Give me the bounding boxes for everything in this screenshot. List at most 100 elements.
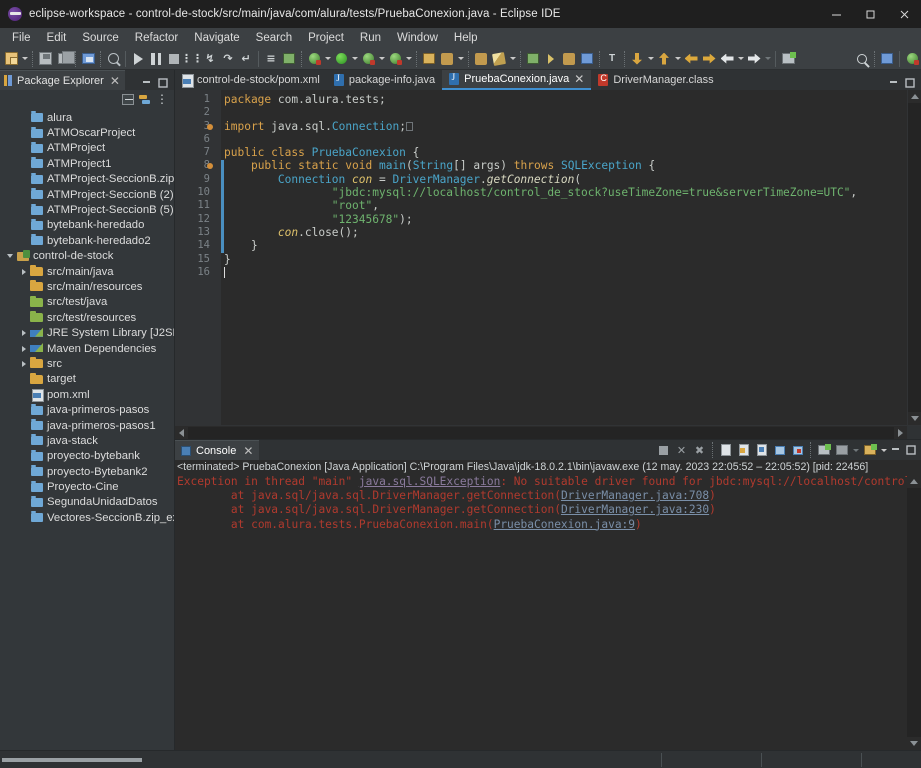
tree-item[interactable]: JRE System Library [J2SE-1.5]	[0, 325, 174, 340]
terminate-button[interactable]	[655, 442, 672, 459]
blue-doc-button[interactable]	[578, 50, 596, 68]
minimize-icon[interactable]	[889, 443, 903, 457]
chevron-right-icon[interactable]	[18, 346, 30, 352]
tree-item[interactable]: Proyecto-Cine	[0, 479, 174, 494]
menu-help[interactable]: Help	[446, 28, 486, 48]
previous-annotation-button[interactable]	[655, 50, 673, 68]
save-button[interactable]	[36, 50, 54, 68]
coverage-button[interactable]	[386, 50, 404, 68]
nav-back-button[interactable]	[718, 50, 736, 68]
ruler-button[interactable]	[542, 50, 560, 68]
chevron-right-icon[interactable]	[18, 361, 30, 367]
save-all-button[interactable]	[54, 50, 75, 68]
debug-button[interactable]	[305, 50, 323, 68]
close-icon[interactable]: ✕	[243, 445, 253, 457]
console-stacktrace-link[interactable]: java.sql.SQLException	[359, 475, 500, 488]
chevron-down-icon[interactable]	[4, 254, 16, 258]
tree-item[interactable]: ATMProject-SeccionB.zip_expanded	[0, 172, 174, 187]
toggle-mark-button[interactable]	[560, 50, 578, 68]
edit-caret[interactable]	[508, 50, 517, 68]
tree-item[interactable]: java-primeros-pasos	[0, 402, 174, 417]
tree-item[interactable]: proyecto-bytebank	[0, 449, 174, 464]
tree-item[interactable]: ATMProject	[0, 141, 174, 156]
new-button[interactable]	[2, 50, 20, 68]
remove-all-terminated-button[interactable]: ✖	[691, 442, 708, 459]
scroll-left-icon[interactable]	[175, 427, 188, 439]
perspective-button[interactable]	[524, 50, 542, 68]
tree-item[interactable]: pom.xml	[0, 387, 174, 403]
minimize-icon[interactable]	[887, 76, 901, 90]
editor-folding-column[interactable]	[213, 90, 221, 425]
collapsed-imports-placeholder[interactable]	[405, 121, 413, 131]
java-perspective-button[interactable]	[878, 50, 896, 68]
clear-console-button[interactable]	[717, 442, 734, 459]
window-maximize-button[interactable]	[853, 0, 887, 28]
resume-button[interactable]	[129, 50, 147, 68]
refresh-button[interactable]	[438, 50, 456, 68]
editor-hscroll-track[interactable]	[188, 426, 894, 439]
console-stacktrace-link[interactable]: DriverManager.java:230	[561, 503, 709, 516]
code-editor-area[interactable]: package com.alura.tests; import java.sql.…	[221, 90, 907, 425]
tree-item[interactable]: ATMProject1	[0, 156, 174, 171]
display-selected-console-caret[interactable]	[851, 441, 860, 459]
external-tools-button[interactable]	[359, 50, 377, 68]
open-type-button[interactable]	[472, 50, 490, 68]
debug-perspective-button[interactable]	[903, 50, 921, 68]
next-annotation-caret[interactable]	[646, 50, 655, 68]
tree-item[interactable]: src/test/java	[0, 295, 174, 310]
step-over-button[interactable]: ↷	[219, 50, 237, 68]
forward-button[interactable]	[700, 50, 718, 68]
edit-button[interactable]	[490, 50, 508, 68]
tree-item[interactable]: src	[0, 356, 174, 371]
tree-item[interactable]: Maven Dependencies	[0, 341, 174, 356]
tree-item[interactable]: SegundaUnidadDatos	[0, 495, 174, 510]
new-class-button[interactable]	[280, 50, 298, 68]
collapse-all-icon[interactable]	[121, 92, 135, 106]
suspend-button[interactable]	[147, 50, 165, 68]
window-close-button[interactable]	[887, 0, 921, 28]
remove-launch-button[interactable]: ✕	[673, 442, 690, 459]
view-menu-icon[interactable]: ⋮	[155, 92, 169, 106]
console-stacktrace-link[interactable]: DriverManager.java:708	[561, 489, 709, 502]
pin-console-button[interactable]	[815, 442, 832, 459]
editor-vertical-scrollbar[interactable]	[907, 90, 921, 425]
scroll-up-icon[interactable]	[907, 475, 921, 488]
nav-forward-button[interactable]	[745, 50, 763, 68]
quick-access-button[interactable]	[853, 50, 871, 68]
console-vscroll-track[interactable]	[907, 488, 921, 737]
menu-source[interactable]: Source	[74, 28, 126, 48]
menu-edit[interactable]: Edit	[39, 28, 75, 48]
skip-breakpoints-button[interactable]: ≡	[262, 50, 280, 68]
scroll-down-icon[interactable]	[907, 737, 921, 750]
editor-vscroll-track[interactable]	[907, 103, 921, 412]
tree-item[interactable]: src/main/java	[0, 264, 174, 279]
tree-item[interactable]: ATMProject-SeccionB (2)	[0, 187, 174, 202]
nav-back-caret[interactable]	[736, 50, 745, 68]
editor-tab[interactable]: control-de-stock/pom.xml	[175, 70, 327, 90]
open-console-caret[interactable]	[879, 441, 888, 459]
menu-search[interactable]: Search	[248, 28, 300, 48]
disconnect-button[interactable]: ⋮⋮	[181, 50, 203, 68]
step-return-button[interactable]: ↵	[237, 50, 255, 68]
display-selected-console-button[interactable]	[833, 442, 850, 459]
editor-tab[interactable]: DriverManager.class	[591, 70, 721, 90]
editor-tab[interactable]: PruebaConexion.java ✕	[442, 70, 592, 90]
menu-file[interactable]: File	[4, 28, 39, 48]
show-on-error-button[interactable]	[789, 442, 806, 459]
coverage-caret[interactable]	[404, 50, 413, 68]
new-dropdown-caret[interactable]	[20, 50, 29, 68]
tab-package-explorer[interactable]: Package Explorer ✕	[0, 70, 125, 90]
debug-dropdown-caret[interactable]	[323, 50, 332, 68]
editor-tab[interactable]: package-info.java	[326, 70, 443, 90]
chevron-right-icon[interactable]	[18, 330, 30, 336]
scroll-up-icon[interactable]	[908, 90, 921, 103]
nav-forward-caret[interactable]	[763, 50, 772, 68]
open-console-button[interactable]	[861, 442, 878, 459]
scroll-lock-button[interactable]	[735, 442, 752, 459]
run-button[interactable]	[332, 50, 350, 68]
print-button[interactable]	[79, 50, 97, 68]
maximize-icon[interactable]	[903, 76, 917, 90]
tree-item[interactable]: target	[0, 372, 174, 387]
window-minimize-button[interactable]	[819, 0, 853, 28]
tab-console[interactable]: Console ✕	[175, 440, 260, 460]
